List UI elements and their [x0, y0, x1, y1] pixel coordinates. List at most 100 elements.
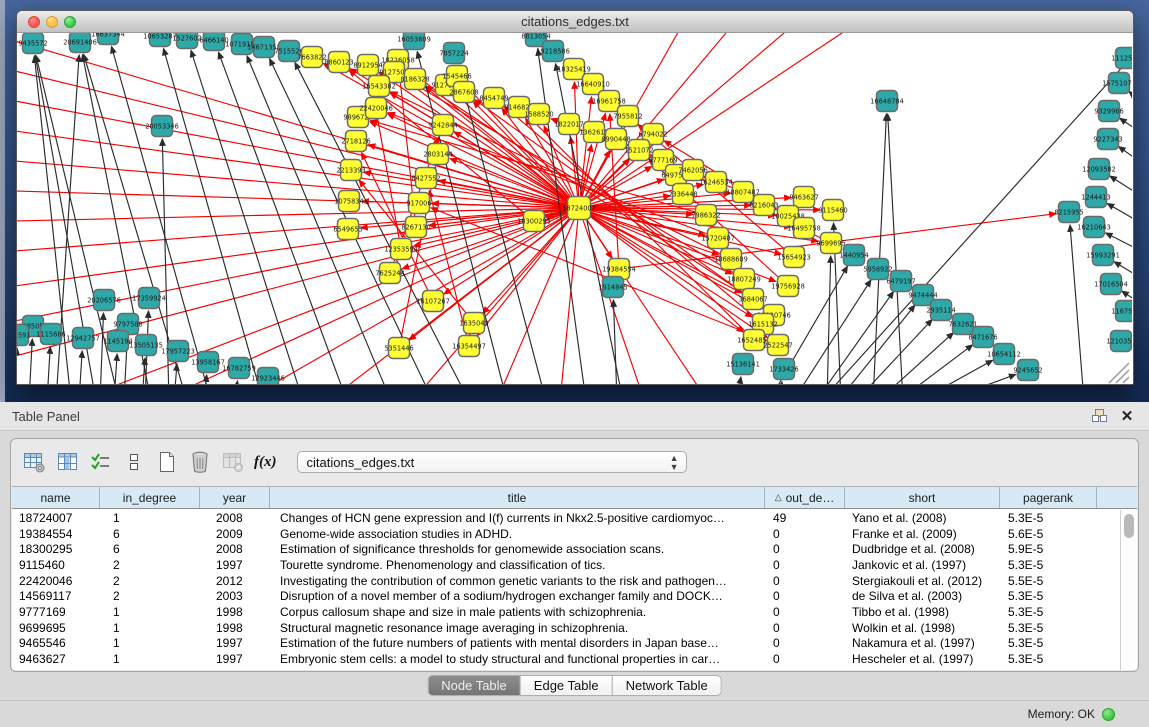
graph-node-label: 6794022 [638, 130, 667, 138]
delete-table-icon[interactable] [219, 448, 247, 476]
graph-node-label: 7857224 [439, 49, 468, 57]
graph-node-label: 8267130 [401, 223, 430, 231]
network-canvas[interactable]: 9435572206914061663734410653287152760264… [17, 33, 1133, 385]
table-cell: 18724007 [12, 511, 100, 525]
new-table-icon[interactable] [153, 448, 181, 476]
graph-node-label: 16637344 [91, 33, 125, 38]
table-body: 1872400712008Changes of HCN gene express… [12, 510, 1120, 670]
graph-node-label: 13958167 [191, 358, 225, 366]
table-row[interactable]: 1830029562008Estimation of significance … [12, 541, 1120, 557]
table-row[interactable]: 977716911998Corpus callosum shape and si… [12, 604, 1120, 620]
column-header-out-degree[interactable]: △ out_de… [765, 487, 845, 508]
table-cell: 1998 [200, 605, 270, 619]
window-resize-grip[interactable] [1109, 363, 1129, 383]
edge [943, 374, 1016, 385]
memory-status-label: Memory: OK [1028, 707, 1095, 721]
table-cell: 5.6E-5 [1000, 527, 1097, 541]
graph-node-label: 17016504 [1094, 280, 1128, 288]
table-cell: 2 [100, 558, 200, 572]
show-columns-icon[interactable] [54, 448, 82, 476]
table-select-dropdown[interactable]: citations_edges.txt ▲▼ [297, 451, 687, 473]
table-cell: 14569117 [12, 589, 100, 603]
graph-node-label: 2522547 [763, 341, 792, 349]
table-row[interactable]: 1938455462009Genome-wide association stu… [12, 526, 1120, 542]
table-cell: 5.3E-5 [1000, 652, 1097, 666]
graph-node-label: 20053346 [145, 122, 179, 130]
table-cell: 0 [765, 542, 845, 556]
table-row[interactable]: 946362711997Embryonic stem cells: a mode… [12, 651, 1120, 667]
graph-node-label: 16246534 [699, 178, 733, 186]
edge [1129, 91, 1132, 106]
table-cell: Estimation of the future numbers of pati… [270, 636, 765, 650]
close-icon[interactable]: ✕ [1117, 407, 1137, 425]
table-settings-icon[interactable] [21, 448, 49, 476]
column-header-title[interactable]: title [270, 487, 765, 508]
tab-network-table[interactable]: Network Table [613, 675, 722, 696]
column-header-name[interactable]: name [12, 487, 100, 508]
table-cell: Dudbridge et al. (2008) [845, 542, 1000, 556]
table-cell: Stergiakouli et al. (2012) [845, 574, 1000, 588]
select-columns-icon[interactable] [87, 448, 115, 476]
graph-node-label: 16961758 [592, 97, 626, 105]
table-cell: 22420046 [12, 574, 100, 588]
graph-node-label: 12353594 [384, 245, 418, 253]
delete-rows-icon[interactable] [186, 448, 214, 476]
column-header-short[interactable]: short [845, 487, 1000, 508]
tab-edge-table[interactable]: Edge Table [521, 675, 613, 696]
scrollbar-thumb[interactable] [1124, 514, 1134, 538]
edge [919, 360, 993, 385]
graph-node-label: 9463627 [789, 193, 818, 201]
edge [235, 381, 237, 385]
graph-node-label: 8860123 [324, 58, 353, 66]
graph-node-label: 18807249 [727, 275, 761, 283]
graph-node-label: 10688609 [714, 255, 748, 263]
table-cell: Franke et al. (2009) [845, 527, 1000, 541]
table-row[interactable]: 911546021997Tourette syndrome. Phenomeno… [12, 557, 1120, 573]
table-row[interactable]: 2242004622012Investigating the contribut… [12, 573, 1120, 589]
graph-node-label: 1545466 [442, 72, 471, 80]
graph-node-label: 18325419 [557, 65, 591, 73]
table-cell: 6 [100, 527, 200, 541]
table-cell: 49 [765, 511, 845, 525]
float-panel-icon[interactable] [1089, 407, 1109, 425]
column-header-pagerank[interactable]: pagerank [1000, 487, 1097, 508]
table-cell: 2008 [200, 542, 270, 556]
network-view-window[interactable]: citations_edges.txt 94355722069140616637… [16, 10, 1134, 385]
edge [737, 377, 741, 385]
table-cell: Tibbo et al. (1998) [845, 605, 1000, 619]
graph-node-label: 22420046 [359, 104, 393, 112]
background-window-edge [0, 0, 5, 402]
table-cell: 5.3E-5 [1000, 589, 1097, 603]
table-row[interactable]: 1872400712008Changes of HCN gene express… [12, 510, 1120, 526]
table-row[interactable]: 946554611997Estimation of the future num… [12, 636, 1120, 652]
graph-node-label: 1615132 [748, 320, 777, 328]
table-cell: Yano et al. (2008) [845, 511, 1000, 525]
citation-network-graph[interactable]: 9435572206914061663734410653287152760264… [17, 33, 1132, 385]
function-builder-icon[interactable]: f(x) [254, 454, 277, 471]
row-height-icon[interactable] [120, 448, 148, 476]
table-cell: 0 [765, 574, 845, 588]
table-cell: 0 [765, 621, 845, 635]
graph-node-label: 16107267 [416, 297, 450, 305]
graph-node-label: 9435572 [18, 39, 47, 47]
table-cell: Disruption of a novel member of a sodium… [270, 589, 765, 603]
graph-node-label: 7632621 [948, 320, 977, 328]
edge [793, 280, 871, 385]
column-header-in-degree[interactable]: in_degree [100, 487, 200, 508]
graph-node-label: 18724007 [562, 204, 596, 212]
table-cell: 1997 [200, 636, 270, 650]
graph-node-label: 9242844 [428, 121, 457, 129]
table-cell: Structural magnetic resonance image aver… [270, 621, 765, 635]
table-vertical-scrollbar[interactable] [1120, 510, 1137, 670]
window-titlebar[interactable]: citations_edges.txt [17, 11, 1133, 33]
table-row[interactable]: 969969511998Structural magnetic resonanc… [12, 620, 1120, 636]
column-header-year[interactable]: year [200, 487, 270, 508]
table-cell: 0 [765, 636, 845, 650]
tab-node-table[interactable]: Node Table [427, 675, 521, 696]
table-row[interactable]: 1456911722003Disruption of a novel membe… [12, 588, 1120, 604]
graph-node-label: 7955812 [613, 112, 642, 120]
selected-edge [17, 161, 579, 208]
memory-ok-indicator [1102, 708, 1115, 721]
edge [1070, 225, 1084, 385]
edge [1107, 204, 1132, 223]
